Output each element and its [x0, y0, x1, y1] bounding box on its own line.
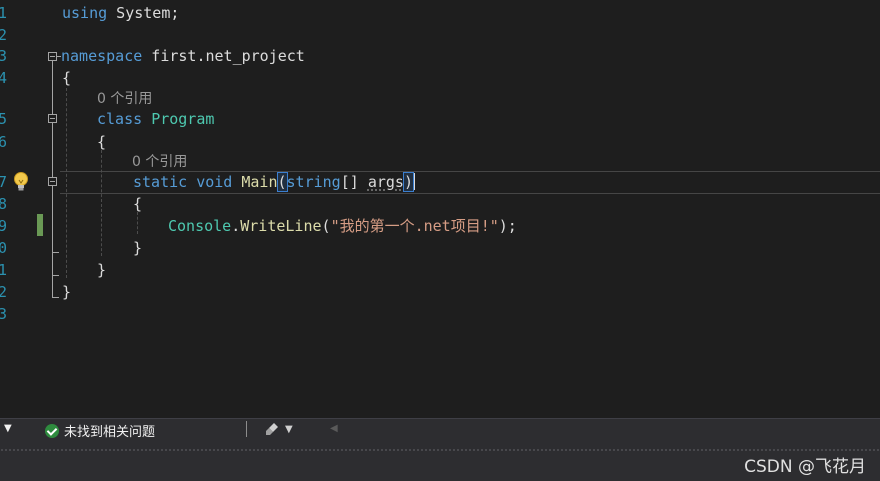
lightbulb-icon[interactable] [12, 171, 30, 193]
brace: } [97, 261, 107, 279]
line-number: 9 [0, 217, 8, 235]
code-line-brace: } [97, 260, 106, 280]
line-number: 6 [0, 133, 8, 151]
code-line-class: class Program [97, 109, 214, 129]
call-paren-open: ( [321, 217, 331, 235]
outline-end-method [52, 252, 59, 253]
array-brackets: [] [340, 173, 359, 191]
editor-line: 3 [0, 304, 880, 324]
line-number: 7 [0, 173, 8, 191]
line-number: 1 [0, 4, 8, 22]
brace: { [133, 195, 143, 213]
editor-line: 6 [0, 132, 880, 152]
editor-line: 8 [0, 194, 880, 214]
code-line-namespace: namespace first.net_project [61, 46, 305, 66]
check-circle-icon [45, 423, 59, 438]
class-name: Program [151, 110, 215, 128]
code-line-brace: } [62, 282, 71, 302]
editor-line: 7 [0, 172, 880, 192]
indent-guide [66, 88, 67, 278]
line-number: 0 [0, 239, 8, 257]
editor-status-bar: ▼ 未找到相关问题 ▼ ◀ [0, 418, 880, 440]
editor-line: 2 [0, 282, 880, 302]
codelens-references-program[interactable]: 0 个引用 [97, 89, 152, 109]
editor-line: 4 [0, 68, 880, 88]
indent-guide [137, 212, 138, 234]
console-type: Console [168, 217, 232, 235]
line-number: 3 [0, 47, 8, 65]
code-line-brace: { [133, 194, 142, 214]
status-separator [246, 421, 247, 437]
line-number: 2 [0, 26, 8, 44]
line-number: 3 [0, 305, 8, 323]
issues-indicator[interactable]: 未找到相关问题 [45, 421, 155, 440]
keyword-string: string [286, 173, 341, 191]
collapse-method-toggle[interactable] [48, 177, 57, 186]
collapse-namespace-toggle[interactable] [48, 52, 57, 61]
outline-end-namespace [52, 297, 59, 298]
call-paren-close: ); [498, 217, 517, 235]
code-line-brace: { [97, 132, 106, 152]
watermark-text: CSDN @飞花月 [744, 457, 866, 477]
line-number: 2 [0, 283, 8, 301]
line-number: 8 [0, 195, 8, 213]
scroll-left-icon[interactable]: ◀ [330, 423, 338, 434]
brace: } [133, 239, 143, 257]
brace: { [97, 133, 107, 151]
codelens-references-main[interactable]: 0 个引用 [132, 152, 187, 172]
code-line-brace: { [62, 68, 71, 88]
using-target: System; [107, 4, 180, 22]
outline-line-method [52, 186, 53, 253]
brush-icon [266, 423, 278, 435]
keyword-using: using [62, 4, 108, 22]
line-number: 1 [0, 261, 8, 279]
text-caret [412, 173, 415, 190]
code-line-brace: } [133, 238, 142, 258]
collapse-class-toggle[interactable] [48, 114, 57, 123]
member-dot: . [231, 217, 241, 235]
brace: } [62, 283, 72, 301]
matched-paren-close: ) [402, 172, 414, 192]
namespace-name: first.net_project [142, 47, 305, 65]
editor-line: 1 [0, 260, 880, 280]
code-line-main: static void Main(string[] args) [133, 172, 415, 192]
change-tracking-bar [37, 214, 43, 236]
parameter-name: args [367, 173, 404, 191]
method-name: Main [241, 173, 278, 191]
brace: { [62, 69, 72, 87]
keyword-void: void [196, 173, 233, 191]
outline-end-class [52, 275, 59, 276]
line-number: 5 [0, 110, 8, 128]
issues-label: 未找到相关问题 [64, 425, 156, 440]
code-cleanup-button[interactable]: ▼ [265, 422, 293, 436]
code-editor[interactable]: 1 2 3 4 5 6 7 8 9 0 1 2 3 using System; … [0, 0, 880, 418]
indent-guide [101, 150, 102, 256]
chevron-down-icon: ▼ [285, 423, 293, 435]
lower-panel: CSDN @飞花月 [0, 440, 880, 481]
triangle-down-icon[interactable]: ▼ [4, 423, 12, 434]
string-literal: "我的第一个.net项目!" [330, 217, 499, 235]
editor-line: 2 [0, 25, 880, 45]
code-line-using: using System; [62, 3, 179, 23]
keyword-class: class [97, 110, 143, 128]
matched-paren-open: ( [276, 172, 288, 192]
writeline-method: WriteLine [240, 217, 322, 235]
keyword-namespace: namespace [61, 47, 143, 65]
code-line-writeline: Console.WriteLine("我的第一个.net项目!"); [168, 216, 517, 236]
editor-line: 0 [0, 238, 880, 258]
keyword-static: static [133, 173, 188, 191]
line-number: 4 [0, 69, 8, 87]
